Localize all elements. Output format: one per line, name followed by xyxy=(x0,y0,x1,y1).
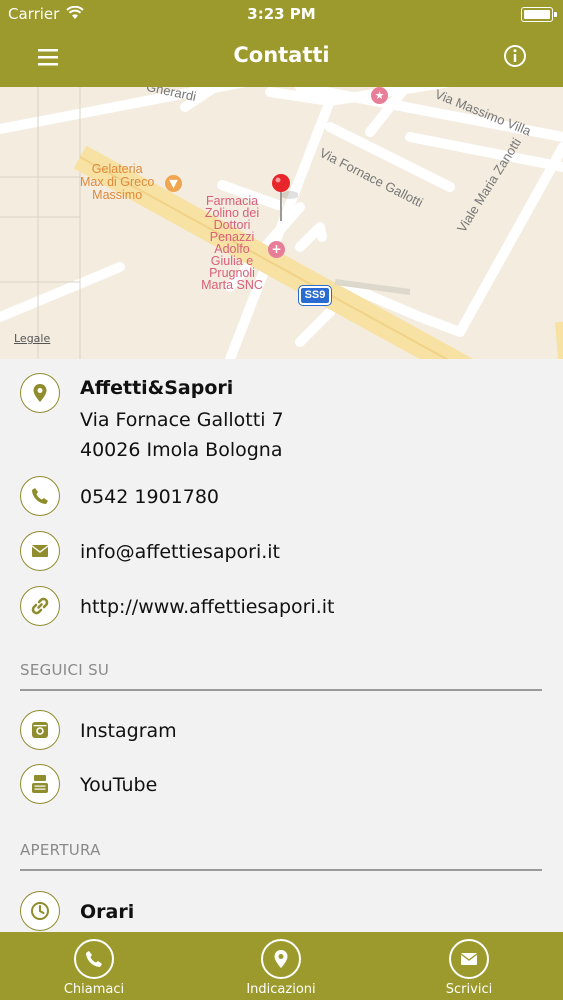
youtube-circle-icon xyxy=(20,764,60,804)
ice-cream-icon[interactable]: ▼ xyxy=(165,175,182,192)
location-circle-icon xyxy=(261,939,301,979)
tab-label: Chiamaci xyxy=(63,982,125,997)
road-badge-ss9: SS9 xyxy=(298,285,332,306)
clock-circle-icon xyxy=(20,891,60,931)
tab-indicazioni[interactable]: Indicazioni xyxy=(211,932,351,1000)
section-divider xyxy=(20,689,542,691)
phone-icon xyxy=(86,951,102,967)
poi-farmacia[interactable]: Farmacia Zolino dei Dottori Penazzi Adol… xyxy=(193,195,271,292)
email-address: info@affettiesapori.it xyxy=(80,541,281,563)
instagram-label: Instagram xyxy=(80,720,177,742)
tab-scrivici[interactable]: Scrivici xyxy=(399,932,539,1000)
phone-circle-icon xyxy=(20,476,60,516)
envelope-icon xyxy=(31,545,49,557)
section-divider xyxy=(20,869,542,871)
envelope-icon xyxy=(460,953,478,965)
business-name: Affetti&Sapori xyxy=(80,377,234,399)
section-title-social: SEGUICI SU xyxy=(20,661,110,679)
info-icon[interactable] xyxy=(503,44,527,68)
poi-gelateria[interactable]: Gelateria Max di Greco Massimo xyxy=(80,163,154,202)
youtube-row[interactable]: YouTube xyxy=(0,764,563,812)
website-row[interactable]: http://www.affettiesapori.it xyxy=(0,586,563,634)
map-legal-link[interactable]: Legale xyxy=(14,332,50,345)
bottom-tab-bar: Chiamaci Indicazioni Scrivici xyxy=(0,932,563,1000)
address-line-1: Via Fornace Gallotti 7 xyxy=(80,409,284,431)
instagram-row[interactable]: Instagram xyxy=(0,710,563,758)
map-view[interactable]: Gherardi Via Massimo Villa Via Fornace G… xyxy=(0,87,563,359)
phone-icon xyxy=(32,488,48,504)
map-marker-icon xyxy=(33,384,47,402)
pharmacy-icon[interactable]: + xyxy=(268,241,285,258)
email-row[interactable]: info@affettiesapori.it xyxy=(0,531,563,579)
status-time: 3:23 PM xyxy=(247,5,316,23)
clock-icon xyxy=(31,902,49,920)
youtube-label: YouTube xyxy=(80,774,158,796)
website-url: http://www.affettiesapori.it xyxy=(80,596,335,618)
address-row[interactable]: Affetti&Sapori Via Fornace Gallotti 7 40… xyxy=(0,369,563,469)
page-title: Contatti xyxy=(233,43,330,67)
instagram-circle-icon xyxy=(20,710,60,750)
map-canvas xyxy=(0,87,563,359)
tab-label: Scrivici xyxy=(445,982,493,997)
phone-circle-icon xyxy=(74,939,114,979)
section-title-opening: APERTURA xyxy=(20,841,101,859)
email-circle-icon xyxy=(20,531,60,571)
tab-label: Indicazioni xyxy=(246,982,316,997)
location-circle-icon xyxy=(20,373,60,413)
hours-label: Orari xyxy=(80,901,135,923)
location-pin-icon[interactable] xyxy=(268,173,298,223)
status-bar: Carrier 3:23 PM xyxy=(0,0,563,30)
link-icon xyxy=(31,597,49,615)
phone-row[interactable]: 0542 1901780 xyxy=(0,476,563,524)
battery-icon xyxy=(521,7,557,22)
nav-bar: Contatti xyxy=(0,30,563,87)
youtube-icon xyxy=(32,775,48,793)
phone-number: 0542 1901780 xyxy=(80,486,220,508)
poi-farmacia-line: Marta SNC xyxy=(201,278,263,292)
map-marker-icon xyxy=(274,950,288,968)
tab-chiamaci[interactable]: Chiamaci xyxy=(24,932,164,1000)
email-circle-icon xyxy=(449,939,489,979)
poi-gelateria-line: Massimo xyxy=(92,188,143,202)
pet-shop-icon[interactable]: ★ xyxy=(371,87,388,104)
link-circle-icon xyxy=(20,586,60,626)
instagram-icon xyxy=(32,722,48,738)
address-line-2: 40026 Imola Bologna xyxy=(80,439,283,461)
